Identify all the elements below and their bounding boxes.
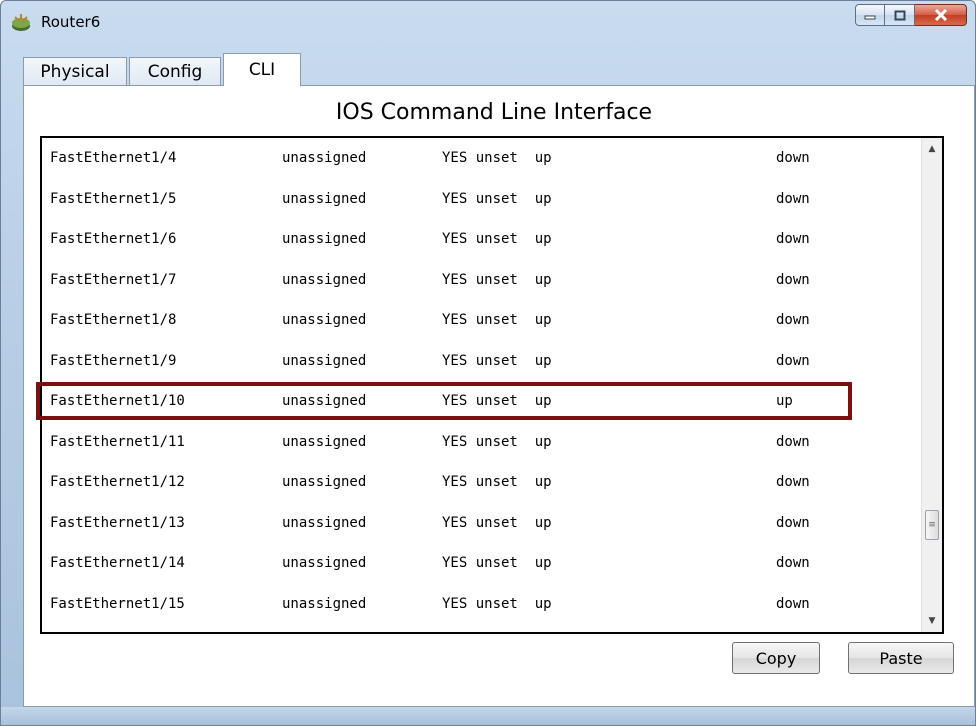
cli-panel: IOS Command Line Interface FastEthernet1… [23,85,975,707]
tab-cli[interactable]: CLI [223,53,301,86]
paste-button[interactable]: Paste [848,642,954,674]
ip-address: unassigned [282,555,367,571]
minimize-button[interactable] [855,4,885,26]
terminal-row: FastEthernet1/5 unassigned YES unset up dow… [50,191,910,211]
window-title: Router6 [41,13,101,31]
protocol-status: down [776,474,810,490]
terminal-row: FastEthernet1/14 unassigned YES unset up do… [50,555,910,575]
ip-address: unassigned [282,352,367,369]
ok-method-status: YES unset up [442,312,552,328]
ip-address: unassigned [282,312,367,328]
interface-name: FastEthernet1/14 [50,555,185,571]
interface-name: FastEthernet1/15 [50,595,185,612]
protocol-status: down [776,150,810,166]
ok-method-status: YES unset up [442,271,552,288]
window-bottom-border [1,707,975,725]
terminal-row: FastEthernet1/11 unassigned YES unset up do… [50,434,910,454]
interface-name: FastEthernet1/7 [50,271,177,288]
ok-method-status: YES unset up [442,190,552,207]
router-icon [12,14,30,31]
close-icon [934,9,947,21]
protocol-status: down [776,312,810,328]
terminal-row: FastEthernet1/6 unassigned YES unset up dow… [50,231,910,251]
ok-method-status: YES unset up [442,474,552,490]
vertical-scrollbar[interactable]: ▲ ≡ ▼ [921,138,942,632]
ok-method-status: YES unset up [442,433,552,450]
scroll-down-arrow-icon[interactable]: ▼ [922,612,942,630]
interface-name: FastEthernet1/8 [50,312,177,328]
interface-name: FastEthernet1/6 [50,231,177,247]
scroll-up-arrow-icon[interactable]: ▲ [922,140,942,158]
ok-method-status: YES unset up [442,514,552,531]
maximize-button[interactable] [885,4,915,26]
tab-physical[interactable]: Physical [23,57,127,85]
ip-address: unassigned [282,150,367,166]
interface-name: FastEthernet1/5 [50,190,177,207]
ok-method-status: YES unset up [442,555,552,571]
terminal-output[interactable]: FastEthernet1/4 unassigned YES unset up dow… [36,136,944,634]
ok-method-status: YES unset up [442,352,552,369]
interface-name: FastEthernet1/4 [50,150,177,166]
protocol-status: down [776,190,810,207]
minimize-icon [864,15,876,20]
title-bar[interactable]: Router6 [1,1,975,45]
router-window: Router6 Physical Config CLI IOS Command … [0,0,976,726]
interface-name: FastEthernet1/12 [50,474,185,490]
ip-address: unassigned [282,231,367,247]
ip-address: unassigned [282,433,367,450]
highlight-box [36,382,852,420]
terminal-row: FastEthernet1/7 unassigned YES unset up dow… [50,272,910,292]
protocol-status: down [776,595,810,612]
terminal-row: FastEthernet1/15 unassigned YES unset up do… [50,596,910,616]
protocol-status: down [776,555,810,571]
interface-name: FastEthernet1/11 [50,433,185,450]
ip-address: unassigned [282,190,367,207]
terminal-row: FastEthernet1/4 unassigned YES unset up dow… [50,150,910,170]
protocol-status: down [776,271,810,288]
ip-address: unassigned [282,271,367,288]
protocol-status: down [776,231,810,247]
ip-address: unassigned [282,474,367,490]
scroll-thumb[interactable]: ≡ [925,510,939,540]
copy-button[interactable]: Copy [732,642,820,674]
ip-address: unassigned [282,595,367,612]
protocol-status: down [776,514,810,531]
interface-name: FastEthernet1/13 [50,514,185,531]
terminal-row: FastEthernet1/13 unassigned YES unset up do… [50,515,910,535]
terminal-row: FastEthernet1/8 unassigned YES unset up dow… [50,312,910,332]
ok-method-status: YES unset up [442,231,552,247]
window-controls [855,4,967,28]
terminal-row: FastEthernet1/12 unassigned YES unset up do… [50,474,910,494]
protocol-status: down [776,352,810,369]
interface-name: FastEthernet1/9 [50,352,177,369]
close-button[interactable] [915,4,967,26]
terminal-row: FastEthernet1/9 unassigned YES unset up dow… [50,353,910,373]
ip-address: unassigned [282,514,367,531]
panel-title: IOS Command Line Interface [335,100,653,125]
ok-method-status: YES unset up [442,595,552,612]
protocol-status: down [776,433,810,450]
maximize-icon [894,10,905,20]
ok-method-status: YES unset up [442,150,552,166]
tab-config[interactable]: Config [129,57,221,85]
